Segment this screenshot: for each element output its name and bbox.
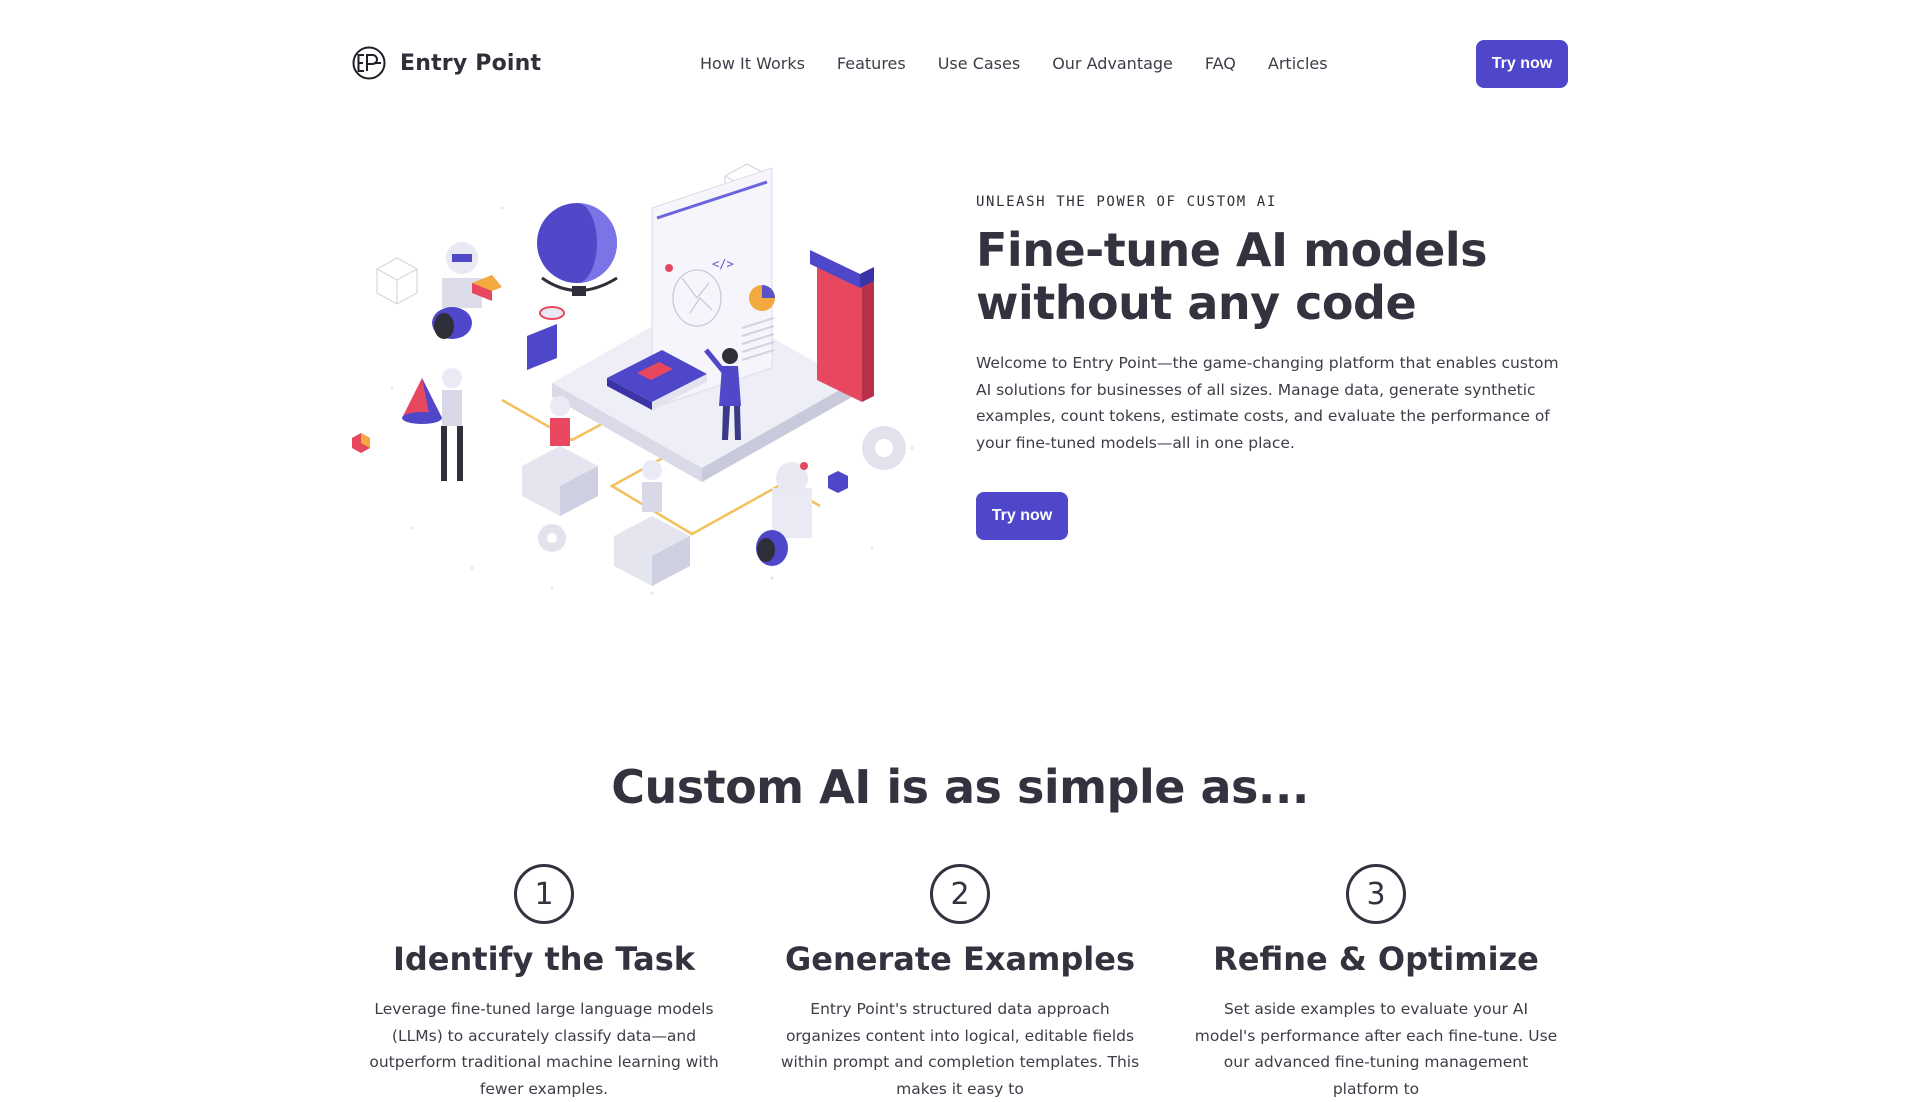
nav-link-faq[interactable]: FAQ [1205,54,1236,73]
step-number-badge: 2 [930,864,990,924]
nav-link-articles[interactable]: Articles [1268,54,1328,73]
nav-link-use-cases[interactable]: Use Cases [938,54,1020,73]
hero-try-now-button[interactable]: Try now [976,492,1068,540]
step-number-badge: 1 [514,864,574,924]
step-title: Refine & Optimize [1213,940,1539,978]
nav-link-how-it-works[interactable]: How It Works [700,54,805,73]
header-try-now-button[interactable]: Try now [1476,40,1568,88]
nav-link-features[interactable]: Features [837,54,906,73]
nav-link-our-advantage[interactable]: Our Advantage [1052,54,1173,73]
step-description: Entry Point's structured data approach o… [780,1000,1140,1098]
brand-logo[interactable]: Entry Point [352,46,541,80]
hero-title-line-2: without any code [976,276,1417,330]
steps-section-title: Custom AI is as simple as... [611,760,1309,814]
step-description: Leverage fine-tuned large language model… [369,1000,719,1098]
hero-description: Welcome to Entry Point—the game-changing… [976,354,1559,452]
svg-text:</>: </> [712,257,734,271]
isometric-ai-workflow-illustration: </> [352,163,914,595]
step-number-badge: 3 [1346,864,1406,924]
hero-content: UNLEASH THE POWER OF CUSTOM AI Fine-tune… [976,194,1576,540]
hero-title: Fine-tune AI models without any code [976,224,1576,330]
ep-monogram-icon [352,46,386,80]
step-description: Set aside examples to evaluate your AI m… [1194,1000,1558,1098]
step-title: Identify the Task [392,940,696,978]
main-nav: How It Works Features Use Cases Our Adva… [700,54,1328,73]
site-header: Entry Point How It Works Features Use Ca… [0,0,1920,130]
step-card-3: 3 Refine & Optimize Set aside examples t… [1186,864,1566,1102]
step-card-1: 1 Identify the Task Leverage fine-tuned … [354,864,734,1102]
step-card-2: 2 Generate Examples Entry Point's struct… [770,864,1150,1102]
hero-eyebrow: UNLEASH THE POWER OF CUSTOM AI [976,194,1277,210]
step-title: Generate Examples [784,940,1136,978]
brand-name: Entry Point [400,50,542,76]
hero-title-line-1: Fine-tune AI models [976,223,1487,277]
